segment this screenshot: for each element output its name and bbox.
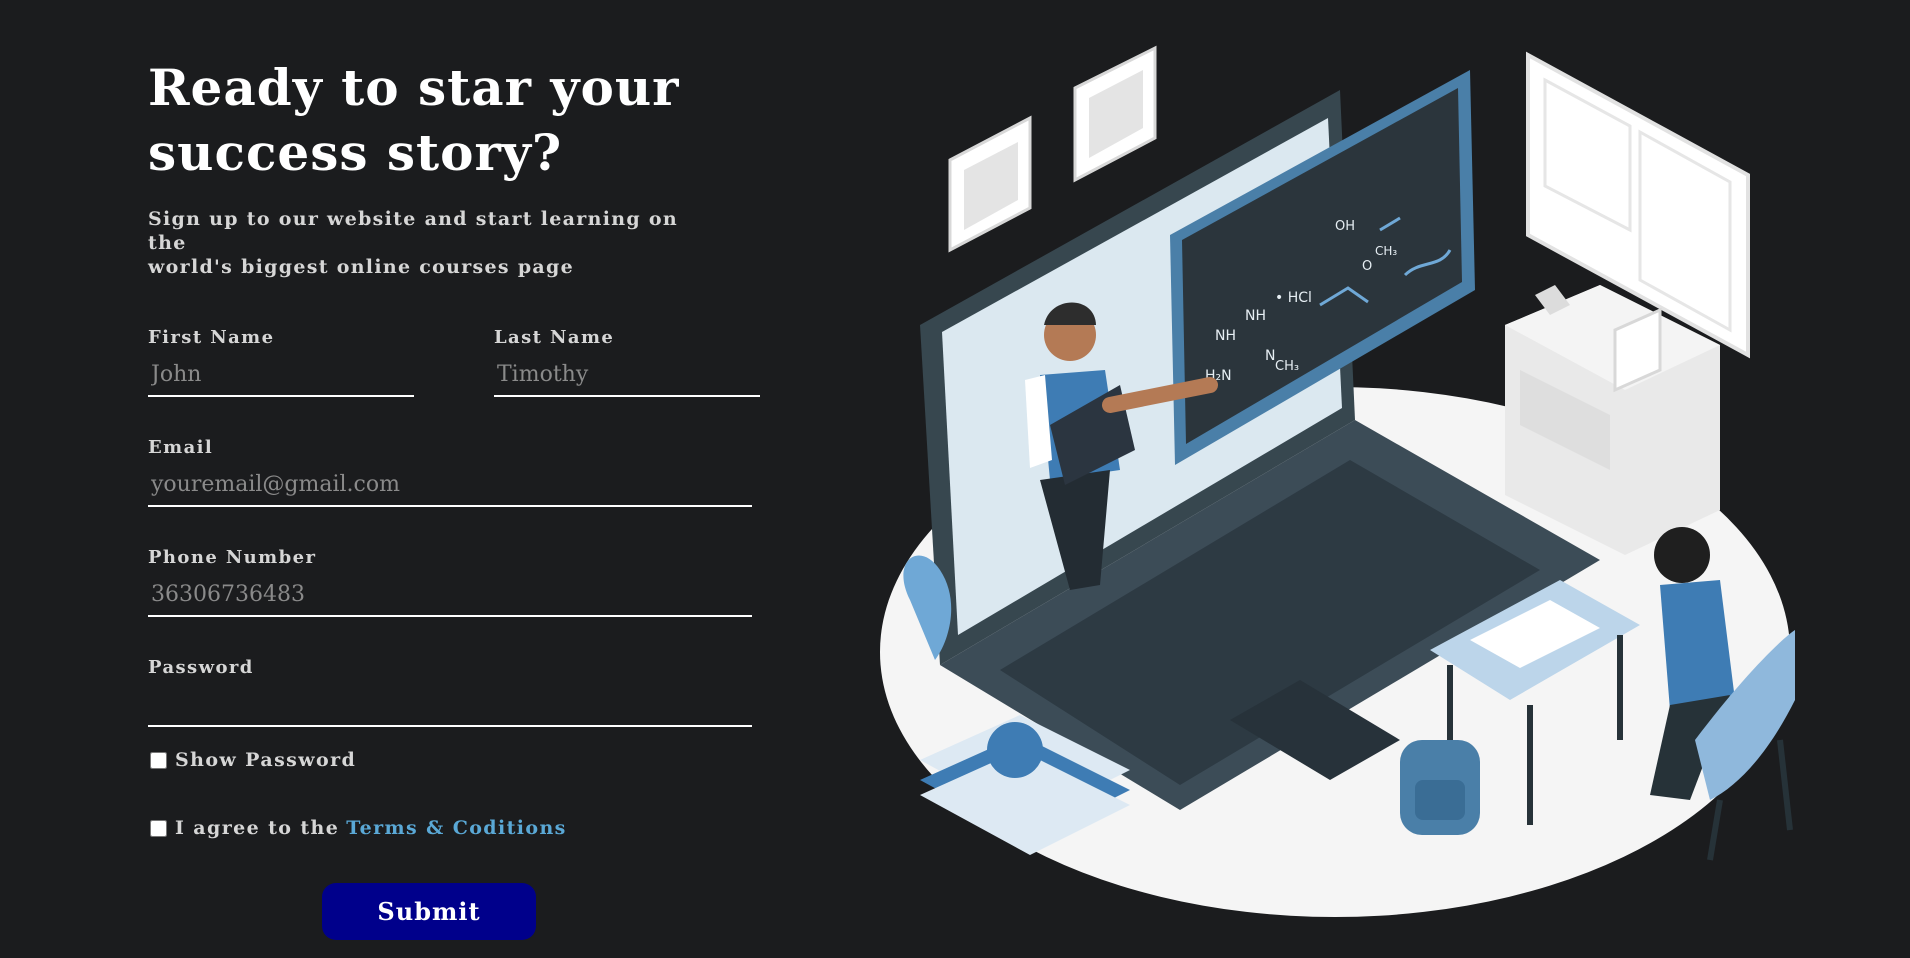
online-learning-illustration: NH NH • HCl H₂N N CH₃ OH O CH₃	[880, 45, 1795, 917]
email-input[interactable]	[148, 461, 752, 507]
name-row: First Name Last Name	[148, 327, 768, 397]
first-name-label: First Name	[148, 327, 275, 348]
signup-panel: Ready to star your success story? Sign u…	[148, 55, 768, 940]
chalkboard-formula-1: NH	[1215, 328, 1236, 344]
chalkboard-formula-9: CH₃	[1375, 244, 1397, 258]
terms-row: I agree to the Terms & Coditions	[148, 817, 768, 839]
show-password-label: Show Password	[175, 749, 357, 771]
password-label: Password	[148, 657, 254, 678]
terms-link[interactable]: Terms & Coditions	[346, 817, 567, 839]
subtitle: Sign up to our website and start learnin…	[148, 207, 708, 279]
show-password-checkbox[interactable]	[150, 751, 167, 769]
phone-group: Phone Number	[148, 547, 768, 617]
chalkboard-formula-2: NH	[1245, 308, 1266, 324]
chalkboard-formula-5: N	[1265, 348, 1275, 364]
headline-line-1: Ready to star your	[148, 58, 680, 117]
phone-label: Phone Number	[148, 547, 317, 568]
email-label: Email	[148, 437, 214, 458]
password-group: Password	[148, 657, 768, 727]
terms-prefix: I agree to the	[175, 817, 340, 839]
last-name-group: Last Name	[494, 327, 760, 397]
first-name-input[interactable]	[148, 351, 414, 397]
headline-line-2: success story?	[148, 123, 563, 182]
chalkboard-formula-7: OH	[1335, 219, 1355, 234]
last-name-label: Last Name	[494, 327, 615, 348]
submit-button[interactable]: Submit	[322, 883, 536, 940]
subtitle-line-1: Sign up to our website and start learnin…	[148, 208, 678, 254]
chalkboard-formula-3: • HCl	[1275, 290, 1312, 306]
apple-icon	[987, 722, 1043, 778]
backpack-icon	[1400, 740, 1480, 835]
password-input[interactable]	[148, 681, 752, 727]
subtitle-line-2: world's biggest online courses page	[148, 256, 574, 278]
page-title: Ready to star your success story?	[148, 55, 768, 185]
terms-checkbox[interactable]	[150, 819, 167, 837]
first-name-group: First Name	[148, 327, 414, 397]
phone-input[interactable]	[148, 571, 752, 617]
show-password-row: Show Password	[148, 749, 768, 771]
last-name-input[interactable]	[494, 351, 760, 397]
chalkboard-formula-6: CH₃	[1275, 359, 1299, 374]
chalkboard-formula-8: O	[1362, 259, 1372, 274]
email-group: Email	[148, 437, 768, 507]
